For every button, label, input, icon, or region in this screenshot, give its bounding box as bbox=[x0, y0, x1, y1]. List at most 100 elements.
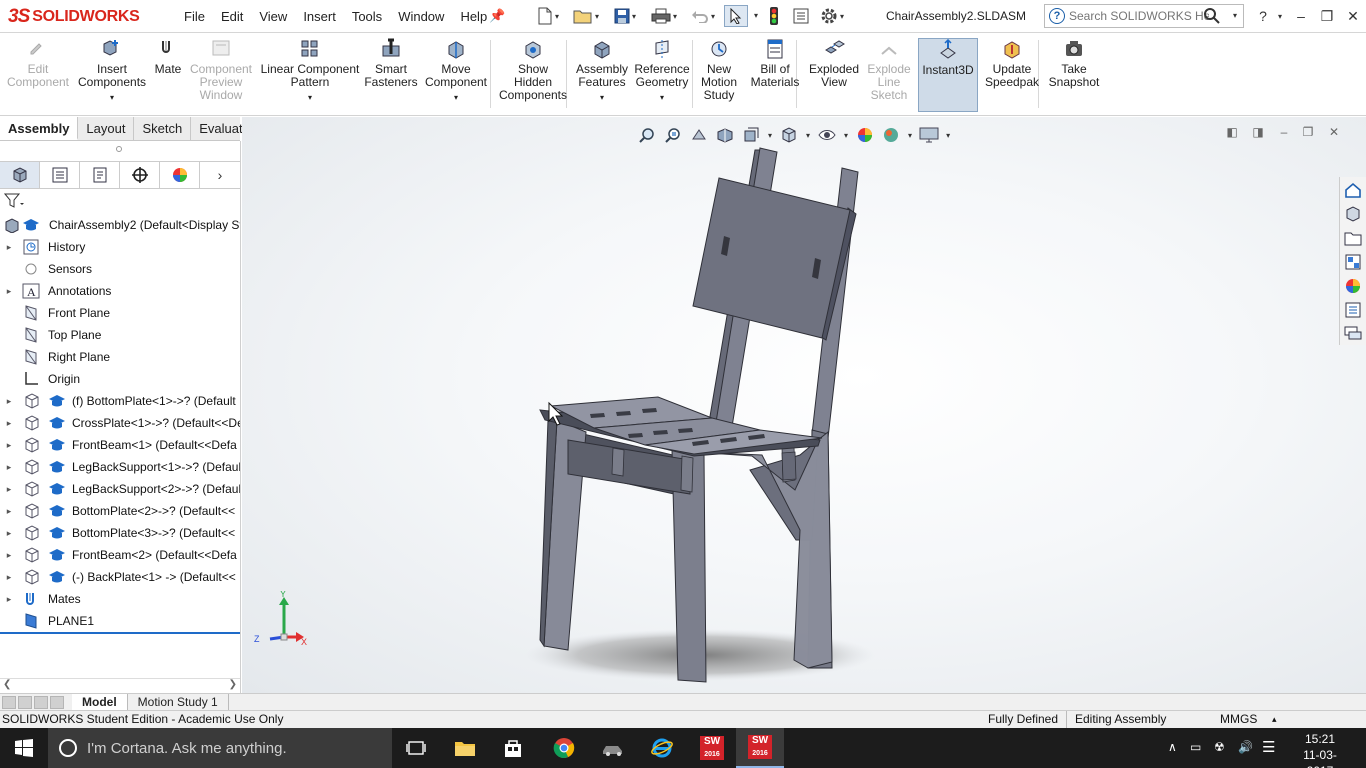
chair-model[interactable] bbox=[242, 117, 1366, 693]
file-explorer-tab[interactable] bbox=[1341, 227, 1365, 249]
mate-button[interactable]: Mate bbox=[148, 38, 188, 112]
help-dropdown-icon[interactable]: ▾ bbox=[1278, 12, 1282, 21]
search-icon[interactable] bbox=[1203, 7, 1221, 25]
select-tool-button[interactable] bbox=[724, 5, 748, 27]
wifi-icon[interactable]: ☢ bbox=[1214, 740, 1225, 754]
bill-of-materials-button[interactable]: Bill of Materials bbox=[746, 38, 804, 112]
expand-arrow-icon[interactable]: ▸ bbox=[4, 566, 14, 588]
action-center-icon[interactable]: ☰ bbox=[1262, 738, 1275, 756]
insert-components-button[interactable]: Insert Components ▾ bbox=[78, 38, 146, 112]
exploded-view-button[interactable]: Exploded View bbox=[806, 38, 862, 112]
tab-sketch[interactable]: Sketch bbox=[134, 117, 192, 140]
system-clock[interactable]: 15:21 11-03-2017 bbox=[1290, 731, 1350, 768]
menu-view[interactable]: View bbox=[251, 0, 295, 33]
tree-node[interactable]: Right Plane bbox=[0, 346, 240, 368]
expand-arrow-icon[interactable]: ▸ bbox=[4, 478, 14, 500]
internet-explorer-taskbar[interactable] bbox=[638, 728, 686, 768]
search-dropdown-icon[interactable]: ▾ bbox=[1233, 11, 1237, 20]
tree-node[interactable]: ▸ CrossPlate<1>->? (Default<<De bbox=[0, 412, 240, 434]
edit-component-button[interactable]: Edit Component bbox=[6, 38, 70, 112]
expand-arrow-icon[interactable]: ▸ bbox=[4, 588, 14, 610]
undo-button[interactable]: ▾ bbox=[686, 5, 720, 27]
scroll-left-icon[interactable]: ❮ bbox=[3, 679, 11, 690]
dropdown-arrow-icon[interactable]: ▾ bbox=[600, 91, 604, 104]
cortana-search[interactable]: I'm Cortana. Ask me anything. bbox=[48, 728, 392, 768]
tree-node[interactable]: ▸ (f) BottomPlate<1>->? (Default bbox=[0, 390, 240, 412]
tab-assembly[interactable]: Assembly bbox=[0, 117, 79, 140]
tree-node[interactable]: Top Plane bbox=[0, 324, 240, 346]
tree-node[interactable]: ▸ History bbox=[0, 236, 240, 258]
tab-layout[interactable]: Layout bbox=[78, 117, 135, 140]
view-palette-tab[interactable] bbox=[1341, 251, 1365, 273]
help-button[interactable]: ? bbox=[1250, 0, 1276, 33]
tree-node[interactable]: ▸ Mates bbox=[0, 588, 240, 610]
expand-arrow-icon[interactable]: ▸ bbox=[4, 280, 14, 302]
dropdown-arrow-icon[interactable]: ▾ bbox=[308, 91, 312, 104]
next-tab-nav[interactable] bbox=[34, 695, 48, 709]
scroll-right-icon[interactable]: ❯ bbox=[229, 679, 237, 690]
units-selector[interactable]: MMGS bbox=[1220, 711, 1257, 728]
close-button[interactable]: ✕ bbox=[1340, 0, 1366, 33]
restore-button[interactable]: ❐ bbox=[1314, 0, 1340, 33]
volume-icon[interactable]: 🔊 bbox=[1238, 740, 1253, 754]
new-document-button[interactable]: ▾ bbox=[531, 5, 565, 27]
display-manager-tab[interactable] bbox=[160, 162, 200, 188]
expand-arrow-icon[interactable]: ▸ bbox=[4, 236, 14, 258]
component-preview-window-button[interactable]: Component Preview Window bbox=[188, 38, 254, 112]
filter-button[interactable] bbox=[3, 193, 24, 212]
expand-arrow-icon[interactable]: ▸ bbox=[4, 412, 14, 434]
tree-node[interactable]: Front Plane bbox=[0, 302, 240, 324]
tab-model[interactable]: Model bbox=[72, 694, 128, 710]
more-tabs-button[interactable]: › bbox=[200, 162, 240, 188]
minimize-button[interactable]: – bbox=[1288, 0, 1314, 33]
panel-splitter-handle[interactable] bbox=[116, 146, 122, 152]
take-snapshot-button[interactable]: Take Snapshot bbox=[1046, 38, 1102, 112]
tree-node[interactable]: ▸ (-) BackPlate<1> -> (Default<< bbox=[0, 566, 240, 588]
horizontal-scrollbar[interactable]: ❮ ❯ bbox=[0, 678, 240, 692]
dropdown-arrow-icon[interactable]: ▾ bbox=[660, 91, 664, 104]
dropdown-arrow-icon[interactable]: ▾ bbox=[454, 91, 458, 104]
tree-node[interactable]: ▸ BottomPlate<2>->? (Default<< bbox=[0, 500, 240, 522]
options-button[interactable]: ▾ bbox=[815, 5, 849, 27]
solidworks-resources-tab[interactable] bbox=[1341, 179, 1365, 201]
expand-arrow-icon[interactable]: ▸ bbox=[4, 544, 14, 566]
file-properties-button[interactable] bbox=[790, 5, 812, 27]
graphics-area[interactable]: ▾ ▾ ▾ ▾ ▾ ◧ ◨ – ❐ ✕ Y X Z bbox=[242, 117, 1366, 693]
expand-arrow-icon[interactable]: ▸ bbox=[4, 390, 14, 412]
tab-motion-study-1[interactable]: Motion Study 1 bbox=[128, 694, 229, 710]
expand-arrow-icon[interactable]: ▸ bbox=[4, 434, 14, 456]
feature-manager-tab[interactable] bbox=[0, 162, 40, 188]
start-button[interactable] bbox=[0, 728, 48, 768]
appearances-tab[interactable] bbox=[1341, 275, 1365, 297]
print-button[interactable]: ▾ bbox=[646, 5, 682, 27]
tree-node[interactable]: ▸ LegBackSupport<2>->? (Defaul bbox=[0, 478, 240, 500]
expand-arrow-icon[interactable]: ▸ bbox=[4, 522, 14, 544]
expand-arrow-icon[interactable]: ▸ bbox=[4, 456, 14, 478]
last-tab-nav[interactable] bbox=[50, 695, 64, 709]
tree-node[interactable]: ▸ FrontBeam<2> (Default<<Defa bbox=[0, 544, 240, 566]
search-box[interactable]: ? ▾ bbox=[1044, 4, 1244, 28]
dropdown-arrow-icon[interactable]: ▾ bbox=[110, 91, 114, 104]
prev-tab-nav[interactable] bbox=[18, 695, 32, 709]
explode-line-sketch-button[interactable]: Explode Line Sketch bbox=[864, 38, 914, 112]
show-hidden-components-button[interactable]: Show Hidden Components bbox=[498, 38, 568, 112]
store-taskbar[interactable] bbox=[489, 728, 537, 768]
update-speedpak-button[interactable]: Update Speedpak bbox=[981, 38, 1043, 112]
linear-component-pattern-button[interactable]: Linear Component Pattern ▾ bbox=[258, 38, 362, 112]
expand-arrow-icon[interactable]: ▸ bbox=[4, 500, 14, 522]
tree-node[interactable]: Sensors bbox=[0, 258, 240, 280]
custom-properties-tab[interactable] bbox=[1341, 299, 1365, 321]
tree-node[interactable]: ▸ A Annotations bbox=[0, 280, 240, 302]
assembly-features-button[interactable]: Assembly Features ▾ bbox=[574, 38, 630, 112]
open-document-button[interactable]: ▾ bbox=[568, 5, 604, 27]
rollback-bar[interactable] bbox=[0, 632, 240, 634]
task-view-button[interactable] bbox=[392, 728, 440, 768]
select-dropdown-icon[interactable]: ▾ bbox=[754, 11, 758, 20]
property-manager-tab[interactable] bbox=[40, 162, 80, 188]
move-component-button[interactable]: Move Component ▾ bbox=[420, 38, 492, 112]
dimxpert-manager-tab[interactable] bbox=[120, 162, 160, 188]
units-dropdown-icon[interactable]: ▴ bbox=[1272, 711, 1277, 728]
pin-menu-icon[interactable]: 📌 bbox=[489, 8, 505, 24]
tree-node[interactable]: Origin bbox=[0, 368, 240, 390]
search-input[interactable] bbox=[1069, 9, 1209, 23]
